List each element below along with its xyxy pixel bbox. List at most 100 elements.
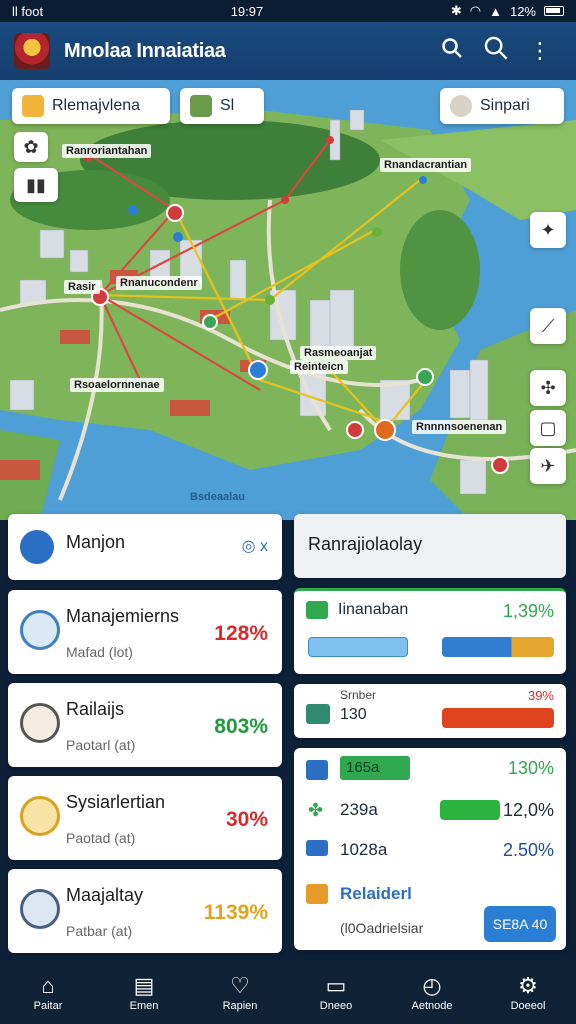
list-card-title: Maajaltay <box>66 885 144 905</box>
list-card-title: Sysiarlertian <box>66 792 166 812</box>
signal-icon: ▲ <box>489 3 502 19</box>
list-card[interactable]: Manajemierns Mafad (lot) 128% <box>8 590 282 674</box>
map-label: Rasir <box>64 280 100 294</box>
stat-value: 165a <box>340 756 410 780</box>
route-icon[interactable]: ✈ <box>530 448 566 484</box>
bottom-nav: ⌂ Paitar ▤ Emen ♡ Rapien ▭ Dneeo ◴ Aetno… <box>0 960 576 1024</box>
map-label: Rasmeoanjat <box>300 346 377 360</box>
list-card[interactable]: Manjon ◎ x <box>8 514 282 580</box>
progress-bar <box>442 708 554 728</box>
map-chip-layer[interactable]: Sl <box>180 88 264 124</box>
stat-label: Iinanaban <box>338 601 409 618</box>
heart-icon: ♡ <box>230 973 250 998</box>
map-label: Reinteicn <box>290 360 348 374</box>
search-icon[interactable] <box>430 37 474 65</box>
avatar <box>450 95 472 117</box>
map-label: Rnanucondenr <box>116 276 202 290</box>
nav-label: Emen <box>129 1000 159 1012</box>
wifi-icon: ◠ <box>469 3 482 18</box>
nav-label: Rapien <box>222 1000 258 1012</box>
list-card[interactable]: Sysiarlertian Paotad (at) 30% <box>8 776 282 860</box>
right-panel-title: Ranrajiolaolay <box>308 534 423 554</box>
nav-item-favorites[interactable]: ♡ Rapien <box>200 972 280 1012</box>
shield-icon <box>20 889 60 929</box>
list-card-percent: 30% <box>225 808 268 831</box>
carrier-text: ll foot <box>12 3 44 19</box>
home-icon: ⌂ <box>41 973 55 998</box>
stat-percent: 2.50% <box>502 840 554 860</box>
map-label: Rnandacrantian <box>380 158 472 172</box>
status-bar: ll foot 19:97 ✱ ◠ ▲ 12% <box>0 0 576 22</box>
list-card-title: Manjon <box>66 532 126 552</box>
nav-item-settings[interactable]: ⚙ Doeeol <box>488 972 568 1012</box>
nav-item-folder[interactable]: ▭ Dneeo <box>296 972 376 1012</box>
card-subtitle: (l0Oadrielsiar <box>340 920 424 936</box>
gear-icon: ⚙ <box>518 973 538 998</box>
list-card-subtitle: Mafad (lot) <box>66 644 133 660</box>
folder-icon: ▭ <box>325 973 347 998</box>
location-pin-icon[interactable]: ◎ x <box>242 536 268 556</box>
map-chip-place[interactable]: Sinpari <box>440 88 564 124</box>
stat-percent: 12,0% <box>502 800 554 820</box>
nav-label: Aetnode <box>411 1000 453 1012</box>
list-card[interactable]: Maajaltay Patbar (at) 1139% <box>8 869 282 953</box>
chart-icon <box>306 760 328 780</box>
list-card-percent: 1139% <box>203 901 268 924</box>
stat-card[interactable]: Srnber 130 39% <box>294 684 566 738</box>
list-card-percent: 803% <box>214 715 268 738</box>
ruler-icon[interactable]: ⟋ <box>530 308 566 344</box>
city-map[interactable]: Rlemajvlena Sl Sinpari ✿ ▮▮ ✦ ⟋ ✣ ▢ ✈ Ra… <box>0 80 576 520</box>
gear-icon <box>20 610 60 650</box>
map-chip-location[interactable]: Rlemajvlena <box>12 88 170 124</box>
tree-icon: ✤ <box>308 800 324 820</box>
measure-icon[interactable]: ▢ <box>530 410 566 446</box>
card-title: Relaiderl <box>340 884 412 903</box>
nav-label: Doeeol <box>510 1000 546 1012</box>
nav-label: Dneeo <box>319 1000 353 1012</box>
progress-bar <box>308 637 408 657</box>
map-label: Rnnnnsoenenan <box>412 420 507 434</box>
app-header: Mnolaa Innaiatiaa ⋮ <box>0 22 576 80</box>
nav-item-document[interactable]: ▤ Emen <box>104 972 184 1012</box>
stat-value: 130 <box>340 706 367 723</box>
map-label: Ranroriantahan <box>62 144 152 158</box>
action-button[interactable]: SE8A 40 <box>484 906 556 942</box>
stat-percent: 130% <box>507 758 554 778</box>
list-card-subtitle: Paotad (at) <box>66 830 136 846</box>
compass-icon[interactable]: ✣ <box>530 370 566 406</box>
transit-icon <box>20 530 54 564</box>
stat-list-card[interactable]: 165a 130% ✤ 239a 12,0% 1028a 2.50% Relai… <box>294 748 566 950</box>
stat-card[interactable]: Iinanaban 1,39% <box>294 588 566 674</box>
layers-icon[interactable]: ▮▮ <box>14 168 58 202</box>
map-label: Bsdeaalau <box>190 491 246 503</box>
right-panel-header: Ranrajiolaolay <box>294 514 566 578</box>
nav-item-home[interactable]: ⌂ Paitar <box>8 972 88 1012</box>
truck-icon <box>306 704 330 724</box>
bluetooth-icon: ✱ <box>450 3 462 18</box>
more-icon[interactable]: ⋮ <box>518 38 562 64</box>
nav-item-explore[interactable]: ◴ Aetnode <box>392 972 472 1012</box>
stat-value: 1028a <box>340 840 388 859</box>
search-icon[interactable] <box>474 35 518 67</box>
clock: 19:97 <box>230 3 264 19</box>
list-card-subtitle: Paotarl (at) <box>66 737 136 753</box>
list-card-percent: 128% <box>214 622 268 645</box>
map-chip-label: Rlemajvlena <box>52 97 141 114</box>
stat-percent: 39% <box>527 688 554 703</box>
vehicle-icon <box>306 601 328 619</box>
leaf-icon[interactable]: ✿ <box>14 132 48 162</box>
document-icon: ▤ <box>133 973 155 998</box>
map-chip-label: Sl <box>220 97 235 114</box>
map-label: Rsoaelornnenae <box>70 378 164 392</box>
bus-icon <box>306 840 328 856</box>
pin-tool-icon[interactable]: ✦ <box>530 212 566 248</box>
list-card-title: Railaijs <box>66 699 125 719</box>
stat-caption: Srnber <box>340 688 377 702</box>
map-chip-label: Sinpari <box>480 97 530 114</box>
stat-value: 239a <box>340 800 378 819</box>
progress-bar <box>440 800 500 820</box>
list-card[interactable]: Railaijs Paotarl (at) 803% <box>8 683 282 767</box>
battery-text: 12% <box>509 3 536 19</box>
box-icon <box>306 884 328 904</box>
battery-icon <box>544 6 564 16</box>
